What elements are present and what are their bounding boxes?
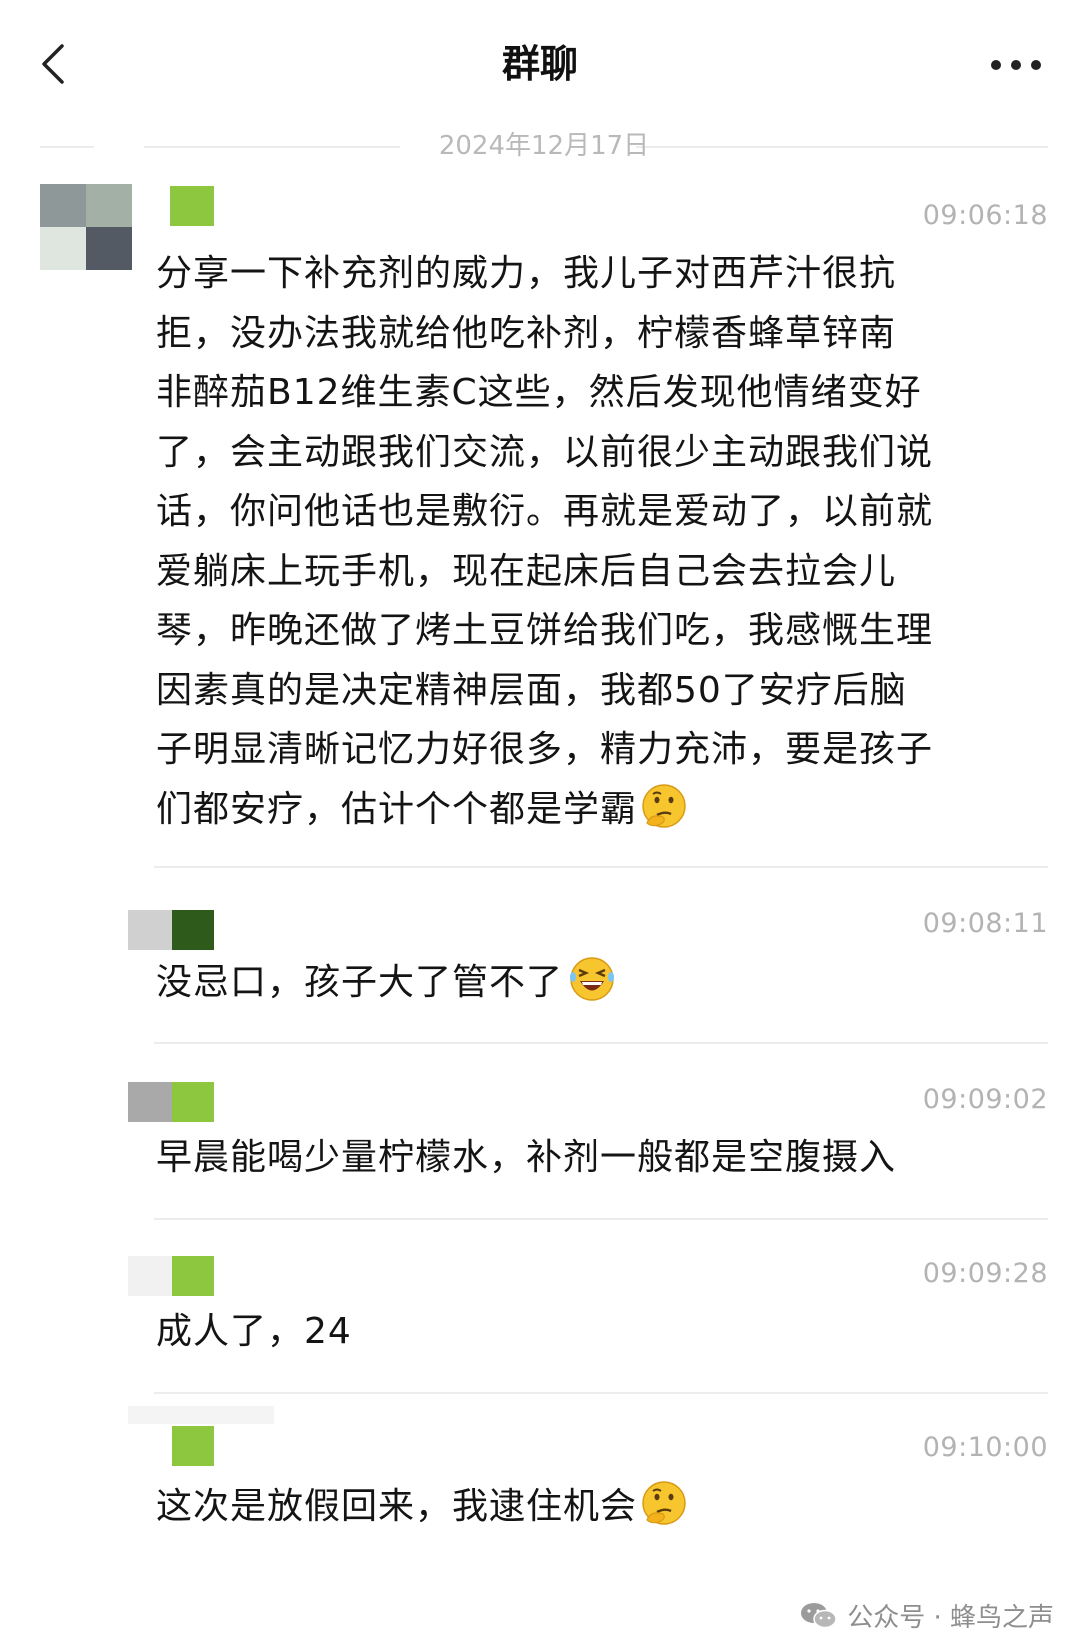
message-divider <box>154 1392 1048 1394</box>
date-label: 2024年12月17日 <box>438 131 650 161</box>
message-text: 成人了，24 <box>156 1311 352 1352</box>
sender-name <box>128 1256 172 1296</box>
sender-name <box>170 186 214 226</box>
message-divider <box>154 866 1048 868</box>
sender-name <box>172 1426 214 1466</box>
sender-name <box>128 1406 274 1424</box>
date-divider: 2024年12月17日 <box>40 126 1048 166</box>
message-text: 分享一下补充剂的威力，我儿子对西芹汁很抗 拒，没办法我就给他吃补剂，柠檬香蜂草锌… <box>156 244 1056 847</box>
message-time: 09:09:02 <box>922 1084 1048 1115</box>
message-text: 早晨能喝少量柠檬水，补剂一般都是空腹摄入 <box>156 1137 897 1178</box>
message-time: 09:08:11 <box>922 908 1048 939</box>
message-text: 这次是放假回来，我逮住机会 <box>156 1480 1056 1542</box>
sender-name <box>172 1256 214 1296</box>
thinking-face-icon <box>641 1480 687 1542</box>
sender-name <box>172 910 214 950</box>
message-time: 09:09:28 <box>922 1258 1048 1289</box>
thinking-face-icon <box>641 783 687 848</box>
message-time: 09:10:00 <box>922 1432 1048 1463</box>
watermark-text: 公众号 · 蜂鸟之声 <box>847 1603 1054 1633</box>
sender-name <box>128 1082 172 1122</box>
more-dots-icon[interactable] <box>988 50 1048 80</box>
avatar[interactable] <box>40 184 132 270</box>
sender-name <box>128 910 172 950</box>
sender-name <box>172 1082 214 1122</box>
top-bar: 群聊 <box>0 0 1080 130</box>
page-title: 群聊 <box>501 42 578 86</box>
message-divider <box>154 1042 1048 1044</box>
message-time: 09:06:18 <box>922 200 1048 231</box>
message-divider <box>154 1218 1048 1220</box>
message-text: 没忌口，孩子大了管不了 <box>156 956 1056 1017</box>
watermark: 公众号 · 蜂鸟之声 <box>799 1597 1054 1634</box>
wechat-icon <box>801 1603 837 1629</box>
laughing-face-icon <box>567 956 617 1017</box>
